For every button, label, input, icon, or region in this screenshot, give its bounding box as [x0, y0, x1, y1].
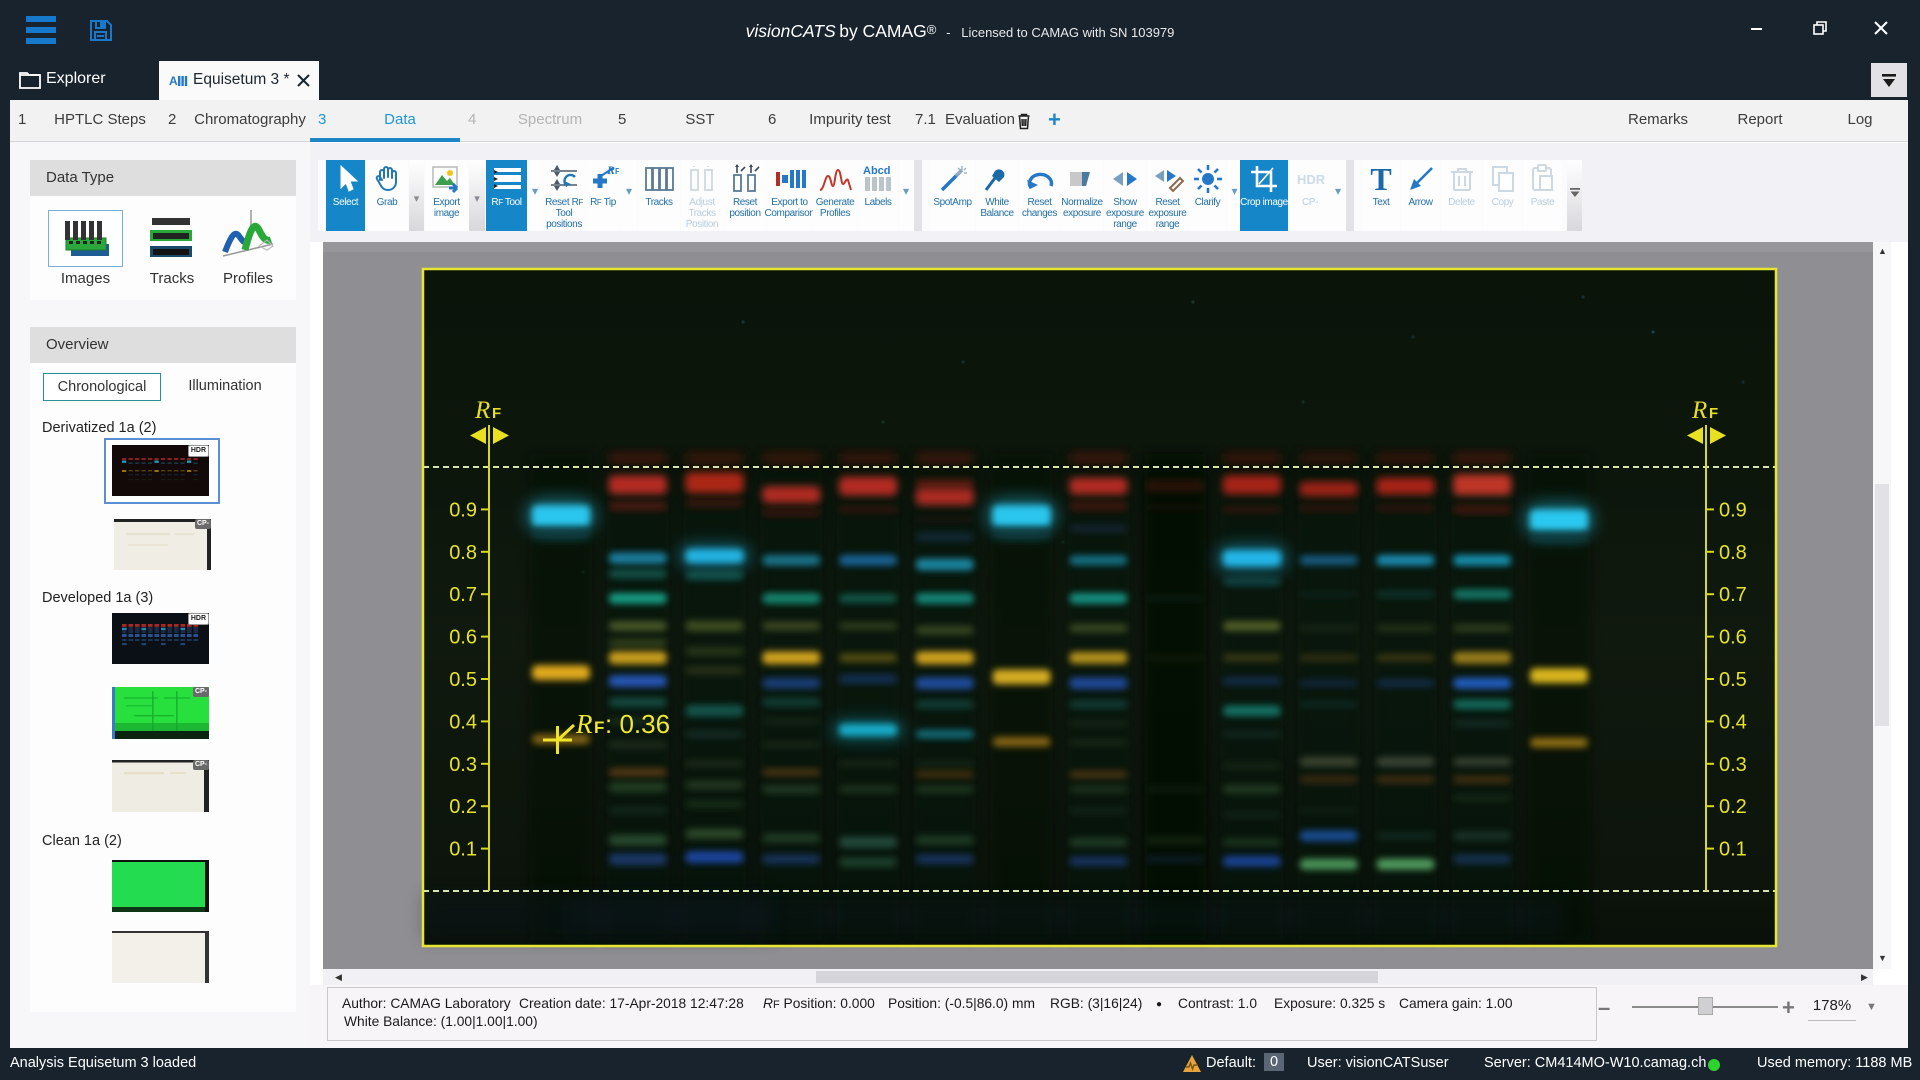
svg-text:0.4: 0.4: [1719, 711, 1747, 733]
svg-text:R: R: [575, 709, 593, 739]
svg-text:0.3: 0.3: [1719, 754, 1747, 776]
svg-text:: 0.36: : 0.36: [605, 709, 670, 739]
svg-text:0.5: 0.5: [449, 669, 477, 691]
svg-text:0.1: 0.1: [449, 839, 477, 861]
svg-text:0.9: 0.9: [1719, 499, 1747, 521]
svg-text:0.2: 0.2: [1719, 796, 1747, 818]
svg-text:F: F: [492, 405, 501, 422]
svg-text:F: F: [615, 167, 619, 176]
svg-text:R: R: [606, 164, 615, 177]
svg-text:0.7: 0.7: [1719, 584, 1747, 606]
svg-text:0.1: 0.1: [1719, 839, 1747, 861]
svg-text:0.6: 0.6: [1719, 627, 1747, 649]
svg-text:0.6: 0.6: [449, 627, 477, 649]
svg-text:0.8: 0.8: [1719, 542, 1747, 564]
svg-text:0.9: 0.9: [449, 499, 477, 521]
svg-text:0.8: 0.8: [449, 542, 477, 564]
svg-text:0.5: 0.5: [1719, 669, 1747, 691]
svg-text:R: R: [1691, 397, 1707, 424]
svg-text:R: R: [474, 397, 490, 424]
svg-text:T: T: [1370, 164, 1391, 194]
svg-text:0.7: 0.7: [449, 584, 477, 606]
svg-text:A: A: [169, 74, 178, 88]
svg-text:0.4: 0.4: [449, 711, 477, 733]
svg-text:HDR: HDR: [1297, 172, 1326, 187]
svg-text:F: F: [1709, 405, 1718, 422]
svg-text:0.3: 0.3: [449, 754, 477, 776]
svg-text:Abcd: Abcd: [863, 165, 891, 177]
svg-text:F: F: [594, 718, 604, 737]
svg-text:0.2: 0.2: [449, 796, 477, 818]
